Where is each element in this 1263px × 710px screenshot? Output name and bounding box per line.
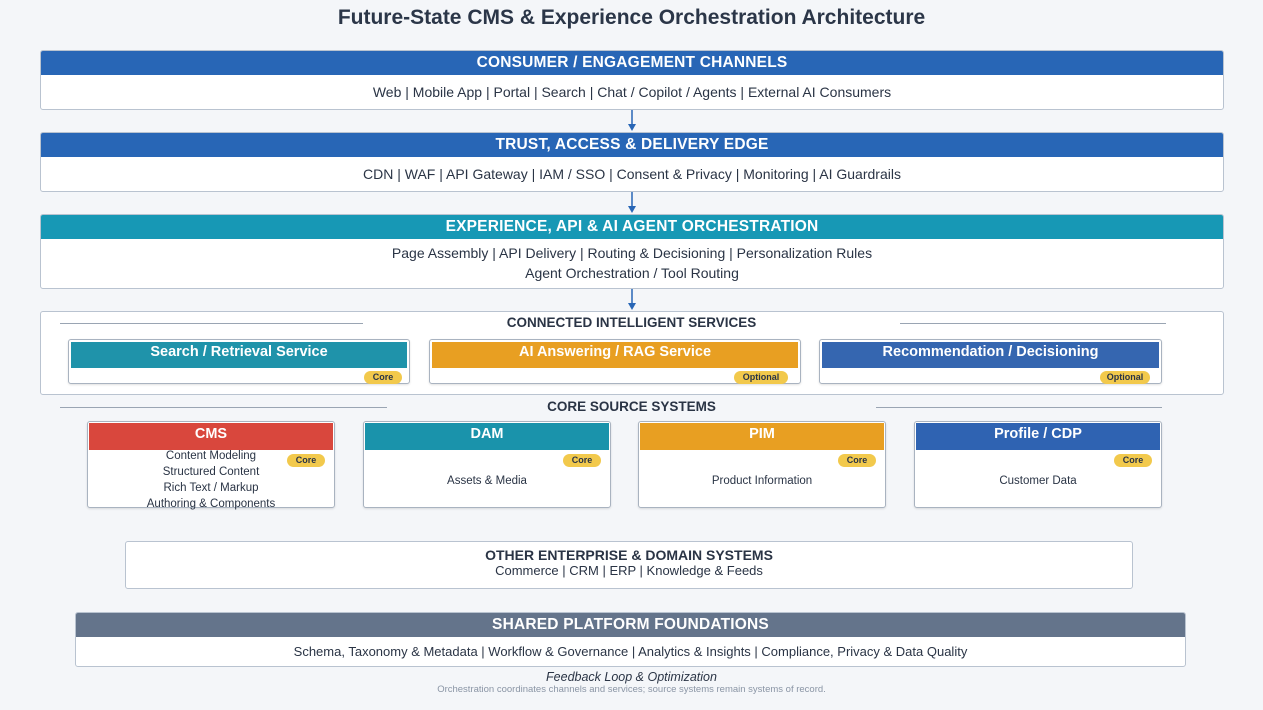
footnote: Orchestration coordinates channels and s… xyxy=(437,684,826,695)
cms-system-card: CMS Core Content Modeling Structured Con… xyxy=(87,421,335,510)
cms-feature: Rich Text / Markup xyxy=(163,482,259,494)
dam-system-card: DAM Core Assets & Media xyxy=(363,421,611,508)
diagram-title: Future-State CMS & Experience Orchestrat… xyxy=(337,6,926,29)
search-retrieval-service-card: Search / Retrieval Service Core xyxy=(68,339,410,384)
arrow-down-icon xyxy=(628,110,636,131)
core-source-systems-label: CORE SOURCE SYSTEMS xyxy=(547,399,716,414)
system-title: PIM xyxy=(640,423,884,450)
other-enterprise-systems-header: OTHER ENTERPRISE & DOMAIN SYSTEMS xyxy=(485,547,773,563)
cms-feature: Content Modeling xyxy=(165,450,257,462)
trust-edge-header: TRUST, ACCESS & DELIVERY EDGE xyxy=(41,133,1223,157)
trust-edge-list: CDN | WAF | API Gateway | IAM / SSO | Co… xyxy=(363,166,901,182)
dam-feature: Assets & Media xyxy=(447,475,527,487)
core-badge: Core xyxy=(838,454,876,467)
orchestration-layer: EXPERIENCE, API & AI AGENT ORCHESTRATION… xyxy=(40,214,1224,289)
pim-feature: Product Information xyxy=(711,475,813,487)
ai-answering-rag-service-card: AI Answering / RAG Service Optional xyxy=(429,339,801,384)
system-title: DAM xyxy=(365,423,609,450)
divider xyxy=(60,323,363,324)
service-title: Recommendation / Decisioning xyxy=(822,342,1159,368)
feedback-loop-caption: Feedback Loop & Optimization xyxy=(546,670,717,684)
optional-badge: Optional xyxy=(1100,371,1150,384)
shared-platform-foundations-layer: SHARED PLATFORM FOUNDATIONS Schema, Taxo… xyxy=(75,612,1186,667)
service-title: Search / Retrieval Service xyxy=(71,342,407,368)
divider xyxy=(900,323,1166,324)
consumer-channels-list: Web | Mobile App | Portal | Search | Cha… xyxy=(372,84,892,100)
other-enterprise-systems-panel: OTHER ENTERPRISE & DOMAIN SYSTEMS Commer… xyxy=(125,541,1133,589)
core-badge: Core xyxy=(364,371,402,384)
orchestration-header: EXPERIENCE, API & AI AGENT ORCHESTRATION xyxy=(41,215,1223,239)
optional-badge: Optional xyxy=(734,371,788,384)
divider xyxy=(60,407,387,408)
arrow-down-icon xyxy=(628,289,636,310)
recommendation-decisioning-card: Recommendation / Decisioning Optional xyxy=(819,339,1162,384)
cms-feature: Authoring & Components xyxy=(146,498,276,510)
shared-platform-foundations-header: SHARED PLATFORM FOUNDATIONS xyxy=(76,613,1185,637)
consumer-channels-header: CONSUMER / ENGAGEMENT CHANNELS xyxy=(41,51,1223,75)
cms-feature: Structured Content xyxy=(162,466,260,478)
orchestration-line-1: Page Assembly | API Delivery | Routing &… xyxy=(391,245,873,261)
profile-cdp-system-card: Profile / CDP Core Customer Data xyxy=(914,421,1162,508)
core-badge: Core xyxy=(563,454,601,467)
orchestration-line-2: Agent Orchestration / Tool Routing xyxy=(525,265,739,281)
shared-platform-foundations-list: Schema, Taxonomy & Metadata | Workflow &… xyxy=(293,644,968,659)
arrow-down-icon xyxy=(628,192,636,213)
other-enterprise-systems-list: Commerce | CRM | ERP | Knowledge & Feeds xyxy=(495,563,763,578)
divider xyxy=(876,407,1162,408)
profile-cdp-feature: Customer Data xyxy=(999,475,1077,487)
core-badge: Core xyxy=(1114,454,1152,467)
intelligent-services-label: CONNECTED INTELLIGENT SERVICES xyxy=(506,315,757,330)
system-title: Profile / CDP xyxy=(916,423,1160,450)
pim-system-card: PIM Core Product Information xyxy=(638,421,886,508)
consumer-channels-layer: CONSUMER / ENGAGEMENT CHANNELS Web | Mob… xyxy=(40,50,1224,110)
service-title: AI Answering / RAG Service xyxy=(432,342,798,368)
system-title: CMS xyxy=(89,423,333,450)
trust-edge-layer: TRUST, ACCESS & DELIVERY EDGE CDN | WAF … xyxy=(40,132,1224,192)
